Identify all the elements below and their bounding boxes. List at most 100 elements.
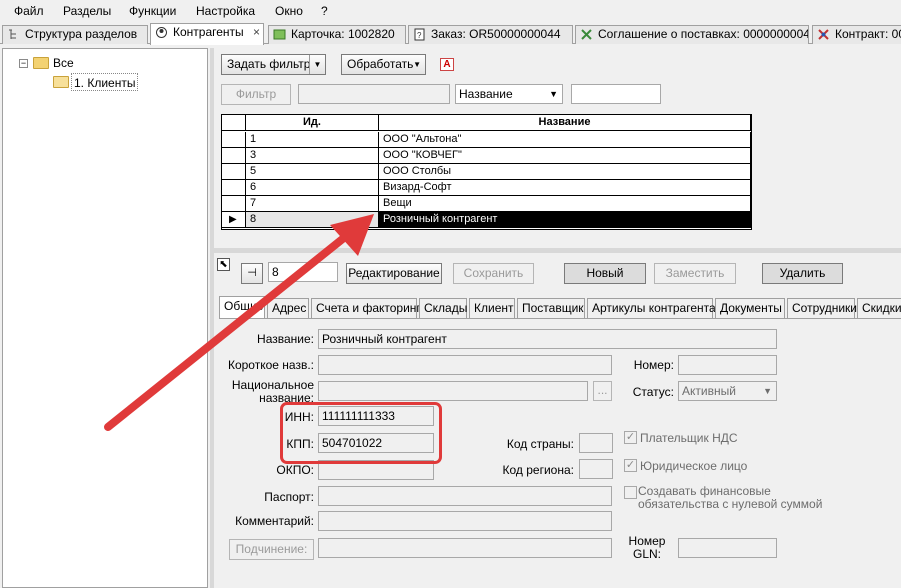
- create-fin-obligations-checkbox[interactable]: [624, 486, 637, 499]
- tab-articles[interactable]: Артикулы контрагента: [587, 298, 716, 318]
- table-cell-name[interactable]: Вещи: [379, 196, 751, 212]
- region-code-field[interactable]: [579, 459, 613, 479]
- table-cell-name[interactable]: ООО "Альтона": [379, 132, 751, 148]
- menu-file[interactable]: Файл: [14, 4, 44, 18]
- tab-accounts[interactable]: Счета и факторинг: [311, 298, 421, 318]
- short-name-field[interactable]: [318, 355, 612, 375]
- folder-icon: [33, 57, 49, 69]
- svg-text:?: ?: [417, 31, 422, 40]
- tab-general[interactable]: Общие: [219, 296, 265, 318]
- national-name-field[interactable]: [318, 381, 588, 401]
- country-code-label: Код страны:: [506, 437, 574, 451]
- comment-field[interactable]: [318, 511, 612, 531]
- collapse-icon[interactable]: −: [19, 59, 28, 68]
- new-button[interactable]: Новый: [564, 263, 646, 284]
- tab-documents[interactable]: Документы: [715, 298, 785, 318]
- tab-label: Контрагенты: [173, 25, 244, 39]
- collapse-panel-icon[interactable]: ⬉: [217, 258, 230, 271]
- tab-discounts[interactable]: Скидки: [857, 298, 901, 318]
- table-cell-name-selected[interactable]: Розничный контрагент: [379, 212, 751, 228]
- row-indicator[interactable]: [222, 196, 246, 212]
- table-cell-id[interactable]: 3: [246, 148, 379, 164]
- legal-entity-checkbox[interactable]: ✓: [624, 459, 637, 472]
- gln-label-line2: GLN:: [632, 547, 661, 561]
- dropdown-arrow-icon: ▼: [413, 60, 421, 69]
- current-row-arrow-icon: ▶: [229, 214, 237, 225]
- tree-item-clients[interactable]: 1. Клиенты: [71, 73, 139, 91]
- menu-bar: Файл Разделы Функции Настройка Окно ?: [0, 0, 901, 22]
- horizontal-splitter[interactable]: [214, 248, 901, 253]
- tab-agreement[interactable]: Соглашение о поставках: 0000000004: [575, 25, 809, 44]
- pin-icon[interactable]: ⊣: [241, 263, 263, 284]
- menu-window[interactable]: Окно: [275, 4, 303, 18]
- table-cell-id[interactable]: 8: [246, 212, 379, 228]
- menu-sections[interactable]: Разделы: [63, 4, 111, 18]
- record-id-field[interactable]: 8: [268, 262, 338, 282]
- filter-button[interactable]: Фильтр: [221, 84, 291, 105]
- create-fin-label-line1: Создавать финансовые: [638, 484, 771, 498]
- clear-filter-icon[interactable]: A: [440, 58, 454, 71]
- number-field[interactable]: [678, 355, 777, 375]
- status-label: Статус:: [632, 385, 674, 399]
- tab-supplier[interactable]: Поставщик: [517, 298, 585, 318]
- filter-input[interactable]: [298, 84, 450, 104]
- vat-payer-checkbox[interactable]: ✓: [624, 431, 637, 444]
- gln-field[interactable]: [678, 538, 777, 558]
- field-select[interactable]: Название ▼: [455, 84, 563, 104]
- process-button[interactable]: Обработать ▼: [341, 54, 426, 75]
- current-row-indicator[interactable]: ▶: [222, 212, 246, 228]
- row-indicator[interactable]: [222, 180, 246, 196]
- close-icon[interactable]: ×: [253, 24, 260, 41]
- create-fin-label-line2: обязательства с нулевой суммой: [638, 497, 823, 511]
- contract-icon: [818, 29, 829, 40]
- national-name-label-line1: Национальное: [231, 378, 314, 392]
- table-cell-id[interactable]: 7: [246, 196, 379, 212]
- row-indicator[interactable]: [222, 148, 246, 164]
- chevron-down-icon: ▼: [549, 89, 558, 99]
- menu-settings[interactable]: Настройка: [196, 4, 255, 18]
- tab-warehouses[interactable]: Склады: [419, 298, 467, 318]
- row-indicator[interactable]: [222, 164, 246, 180]
- dropdown-arrow-icon[interactable]: ▼: [309, 55, 325, 74]
- subordination-button[interactable]: Подчинение:: [229, 539, 314, 560]
- replace-button[interactable]: Заместить: [654, 263, 736, 284]
- tab-label: Заказ: OR50000000044: [431, 27, 561, 41]
- table-cell-id[interactable]: 1: [246, 132, 379, 148]
- set-filter-button[interactable]: Задать фильтр ▼: [221, 54, 326, 75]
- table-cell-name[interactable]: ООО "КОВЧЕГ": [379, 148, 751, 164]
- column-header-name[interactable]: Название: [379, 115, 751, 131]
- vat-payer-label: Плательщик НДС: [640, 431, 738, 445]
- delete-button[interactable]: Удалить: [762, 263, 843, 284]
- table-cell-id[interactable]: 5: [246, 164, 379, 180]
- country-code-field[interactable]: [579, 433, 613, 453]
- passport-field[interactable]: [318, 486, 612, 506]
- tab-employees[interactable]: Сотрудники: [787, 298, 857, 318]
- tree-item-all[interactable]: Все: [53, 54, 74, 72]
- column-header-id[interactable]: Ид.: [246, 115, 379, 131]
- tab-address[interactable]: Адрес: [267, 298, 309, 318]
- tab-card[interactable]: Карточка: 1002820: [268, 25, 406, 44]
- national-name-ellipsis-button[interactable]: ...: [593, 381, 612, 401]
- name-field[interactable]: Розничный контрагент: [318, 329, 777, 349]
- tab-client[interactable]: Клиент: [469, 298, 515, 318]
- row-indicator[interactable]: [222, 132, 246, 148]
- table-cell-name[interactable]: ООО Столбы: [379, 164, 751, 180]
- status-select[interactable]: Активный ▼: [678, 381, 777, 401]
- tab-order[interactable]: ? Заказ: OR50000000044: [408, 25, 573, 44]
- edit-button[interactable]: Редактирование: [346, 263, 442, 284]
- table-cell-id[interactable]: 6: [246, 180, 379, 196]
- table-cell-name[interactable]: Визард-Софт: [379, 180, 751, 196]
- tab-contractors[interactable]: Контрагенты ×: [150, 23, 264, 45]
- subordination-field[interactable]: [318, 538, 612, 558]
- gln-label-line1: Номер: [628, 534, 666, 548]
- gln-label: Номер GLN:: [620, 535, 674, 561]
- tab-structure[interactable]: Структура разделов: [2, 25, 148, 44]
- legal-entity-label: Юридическое лицо: [640, 459, 748, 473]
- save-button[interactable]: Сохранить: [453, 263, 534, 284]
- tab-contract[interactable]: Контракт: 00: [812, 25, 901, 44]
- document-tabs: Структура разделов Контрагенты × Карточк…: [0, 22, 901, 45]
- filter-value-input[interactable]: [571, 84, 661, 104]
- agreement-icon: [581, 29, 592, 40]
- menu-help[interactable]: ?: [321, 4, 328, 18]
- menu-functions[interactable]: Функции: [129, 4, 176, 18]
